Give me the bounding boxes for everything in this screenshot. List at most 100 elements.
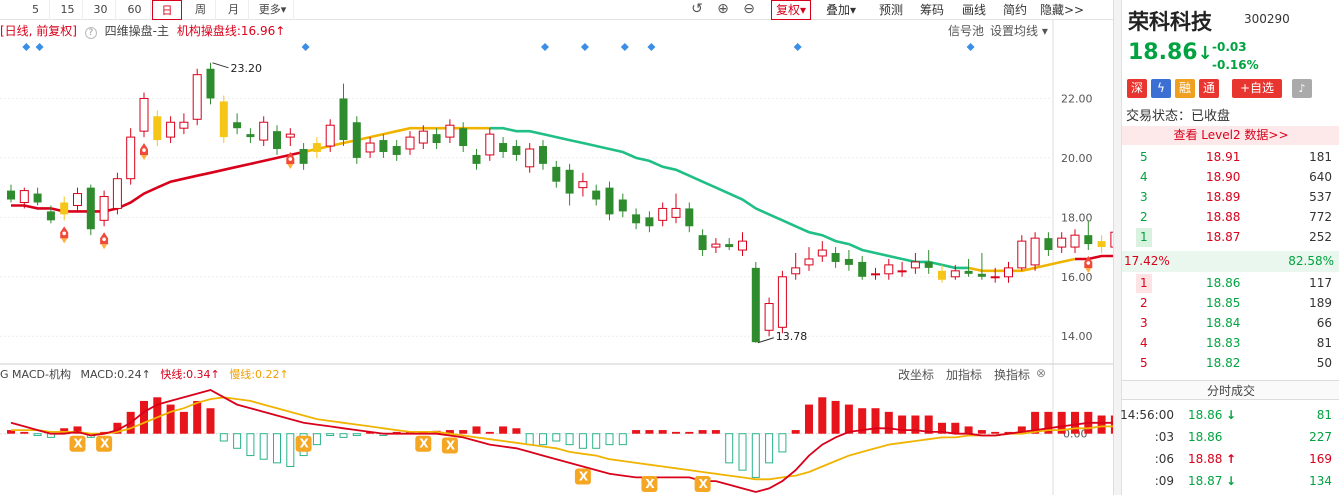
macd-bar: [765, 433, 774, 464]
stock-app: 5 15 30 60 日 周 月 更多▾ ↺ ⊕ ⊖ 复权▾ 叠加▾ 预测 筹码…: [0, 0, 1339, 495]
period-60min[interactable]: 60: [119, 0, 151, 20]
level2-link[interactable]: 查看 Level2 数据>>: [1122, 126, 1339, 145]
candle-body: [7, 190, 15, 200]
macd-bar: [565, 433, 574, 446]
connect-badge[interactable]: 通: [1199, 79, 1219, 98]
candle-body: [738, 240, 747, 251]
ratio-left: 17.42%: [1124, 254, 1170, 268]
macd-bar: [233, 433, 242, 449]
tick-price: 18.87: [1188, 474, 1223, 488]
candle-body: [897, 270, 907, 273]
period-week[interactable]: 周: [186, 0, 216, 20]
candle-body: [126, 136, 136, 180]
candle-body: [233, 122, 242, 129]
order-volume: 252: [1309, 230, 1332, 244]
bid-row[interactable]: 5 18.82 50: [1122, 354, 1339, 373]
ask-row[interactable]: 3 18.89 537: [1122, 188, 1339, 207]
rocket-flame: [101, 244, 108, 250]
bid-row[interactable]: 3 18.84 66: [1122, 314, 1339, 333]
macd-bar: [844, 404, 853, 434]
macd-value: MACD:0.24↑: [80, 368, 151, 381]
fuquan-button[interactable]: 复权▾: [771, 0, 812, 20]
order-price: 18.84: [1206, 316, 1241, 330]
macd-bar: [711, 430, 720, 434]
ratio-right: 82.58%: [1288, 254, 1334, 268]
ask-row[interactable]: 5 18.91 181: [1122, 148, 1339, 167]
macd-bar: [1071, 411, 1079, 434]
period-5min[interactable]: 5: [22, 0, 50, 20]
help-icon[interactable]: ?: [84, 27, 97, 39]
candle-body: [565, 169, 574, 194]
macd-bar: [499, 426, 508, 434]
macd-bar: [140, 400, 148, 434]
candle-body: [844, 258, 853, 265]
ask-row[interactable]: 4 18.90 640: [1122, 168, 1339, 187]
bid-row[interactable]: 4 18.83 81: [1122, 334, 1339, 353]
candle-body: [405, 136, 415, 150]
overlay-button[interactable]: 叠加▾: [826, 0, 856, 20]
close-icon[interactable]: ⊗: [1036, 366, 1046, 380]
macd-bar: [259, 433, 268, 460]
candle-body: [791, 267, 801, 275]
period-15min[interactable]: 15: [53, 0, 83, 20]
order-volume: 772: [1309, 210, 1332, 224]
candle-body: [33, 193, 42, 203]
zoom-out-icon[interactable]: ⊖: [740, 1, 758, 19]
macd-bar: [592, 433, 601, 449]
candle-body: [312, 143, 321, 152]
macd-bar: [725, 433, 734, 464]
period-day[interactable]: 日: [152, 0, 182, 20]
macd-indicator-label[interactable]: G MACD-机构: [0, 368, 71, 381]
kline-chart[interactable]: 22.0020.0018.0016.0014.0023.2013.780.00X…: [0, 20, 1113, 495]
chevron-down-icon: ▾: [280, 3, 287, 16]
signal-diamond-icon: [301, 43, 310, 51]
set-ma-button[interactable]: 设置均线 ▾: [990, 22, 1048, 39]
macd-slow-value: 慢线:0.22↑: [229, 368, 289, 381]
change-axis-button[interactable]: 改坐标: [898, 366, 934, 383]
indicator-main-label[interactable]: 四维操盘-主: [105, 24, 169, 38]
bid-row[interactable]: 2 18.85 189: [1122, 294, 1339, 313]
jigou-line-segment: [156, 150, 304, 189]
candle-body: [539, 146, 547, 164]
simple-button[interactable]: 简约: [1003, 0, 1027, 20]
margin-badge[interactable]: 融: [1175, 79, 1195, 98]
ask-row[interactable]: 2 18.88 772: [1122, 208, 1339, 227]
high-price-label: 23.20: [231, 62, 263, 75]
draw-line-button[interactable]: 画线: [962, 0, 986, 20]
add-indicator-button[interactable]: 加指标: [946, 366, 982, 383]
macd-fast-value: 快线:0.34↑: [160, 368, 220, 381]
y-tick-label: 22.00: [1061, 92, 1093, 105]
switch-indicator-button[interactable]: 换指标: [994, 366, 1030, 383]
hide-button[interactable]: 隐藏>>: [1040, 0, 1084, 20]
period-month[interactable]: 月: [219, 0, 249, 20]
tick-arrow-icon: ↑: [1226, 452, 1237, 466]
bid-row[interactable]: 1 18.86 117: [1122, 274, 1339, 293]
bell-icon[interactable]: ♪: [1292, 79, 1312, 98]
signal-pool-button[interactable]: 信号池: [948, 22, 984, 39]
trade-status: 交易状态：已收盘: [1126, 109, 1231, 124]
forecast-button[interactable]: 预测: [879, 0, 903, 20]
chips-button[interactable]: 筹码: [920, 0, 944, 20]
period-more[interactable]: 更多▾: [252, 0, 294, 20]
period-30min[interactable]: 30: [86, 0, 116, 20]
candle-body: [512, 146, 521, 155]
signal-diamond-icon: [647, 43, 656, 51]
signal-diamond-icon: [793, 43, 802, 51]
signal-diamond-icon: [966, 43, 975, 51]
candle-body: [632, 214, 641, 224]
undo-icon[interactable]: ↺: [688, 1, 706, 19]
zoom-in-icon[interactable]: ⊕: [714, 1, 732, 19]
order-volume: 181: [1309, 150, 1332, 164]
candle-body: [19, 190, 29, 203]
add-watchlist-button[interactable]: +自选: [1232, 79, 1282, 98]
tick-time: :09: [1154, 474, 1174, 488]
tick-time: :06: [1154, 452, 1174, 466]
candle-body: [605, 187, 614, 215]
ask-row[interactable]: 1 18.87 252: [1122, 228, 1339, 247]
signal-diamond-icon: [35, 43, 44, 51]
signal-diamond-icon: [541, 43, 549, 51]
market-badge[interactable]: 深: [1127, 79, 1147, 98]
tick-price: 18.88: [1188, 452, 1223, 466]
tick-row: :06 18.88 ↑ 169: [1122, 448, 1339, 470]
lightning-icon[interactable]: ϟ: [1151, 79, 1171, 98]
